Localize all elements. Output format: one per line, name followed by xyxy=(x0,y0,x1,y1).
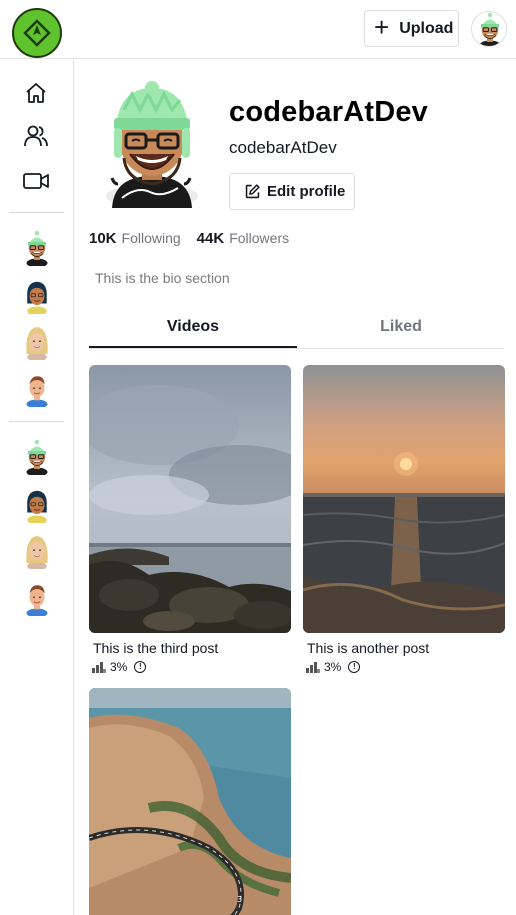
signal-bars-icon xyxy=(92,662,106,673)
profile-display-name: codebarAtDev xyxy=(229,138,337,157)
followers-label[interactable]: Followers xyxy=(229,230,289,246)
suggested-account-avatar[interactable] xyxy=(22,278,52,314)
following-count: 10K xyxy=(89,230,117,247)
edit-pencil-icon xyxy=(245,184,260,199)
live-video-icon[interactable] xyxy=(22,167,50,195)
svg-text:3: 3 xyxy=(237,895,242,904)
video-thumbnail[interactable] xyxy=(89,365,291,633)
video-caption: This is the third post xyxy=(93,640,219,656)
signal-bars-icon xyxy=(306,662,320,673)
suggested-account-avatar[interactable] xyxy=(22,324,52,360)
suggested-account-avatar[interactable] xyxy=(22,371,52,407)
plus-icon: + xyxy=(374,12,390,42)
video-stats: 3% ! xyxy=(92,660,147,674)
top-header: + Upload xyxy=(0,0,516,59)
following-label[interactable]: Following xyxy=(122,230,181,246)
video-stat-value: 3% xyxy=(110,660,128,674)
following-account-avatar[interactable] xyxy=(22,580,52,616)
diamond-arrow-logo-icon[interactable] xyxy=(12,8,62,58)
home-icon[interactable] xyxy=(22,79,50,107)
video-thumbnail[interactable] xyxy=(303,365,505,633)
video-stat-value: 3% xyxy=(324,660,342,674)
edit-profile-label: Edit profile xyxy=(267,183,346,200)
profile-bio: This is the bio section xyxy=(95,270,230,286)
tab-videos[interactable]: Videos xyxy=(89,305,297,348)
video-thumbnail[interactable]: 3 xyxy=(89,688,291,915)
followers-count: 44K xyxy=(196,230,225,247)
edit-profile-button[interactable]: Edit profile xyxy=(229,173,355,210)
sidebar-divider xyxy=(9,421,64,422)
user-avatar[interactable] xyxy=(471,11,507,47)
profile-tabs: Videos Liked xyxy=(89,305,504,349)
active-tab-indicator xyxy=(89,346,297,348)
profile-username: codebarAtDev xyxy=(229,96,429,128)
video-card[interactable]: 3 xyxy=(89,688,291,915)
tab-liked[interactable]: Liked xyxy=(297,305,505,348)
profile-avatar xyxy=(92,80,210,208)
suggested-account-avatar[interactable] xyxy=(22,230,52,266)
following-account-avatar[interactable] xyxy=(22,533,52,569)
sidebar xyxy=(0,59,74,915)
upload-label: Upload xyxy=(399,19,454,37)
following-account-avatar[interactable] xyxy=(22,487,52,523)
video-card[interactable]: This is another post 3% ! xyxy=(303,365,505,677)
video-stats: 3% ! xyxy=(306,660,361,674)
sidebar-divider xyxy=(9,212,64,213)
video-caption: This is another post xyxy=(307,640,430,656)
info-icon[interactable]: ! xyxy=(134,661,147,673)
info-icon[interactable]: ! xyxy=(348,661,361,673)
video-card[interactable]: This is the third post 3% ! xyxy=(89,365,291,677)
following-icon[interactable] xyxy=(22,122,50,150)
upload-button[interactable]: + Upload xyxy=(364,10,459,47)
following-account-avatar[interactable] xyxy=(22,439,52,475)
profile-stats: 10K Following 44K Followers xyxy=(89,230,305,247)
